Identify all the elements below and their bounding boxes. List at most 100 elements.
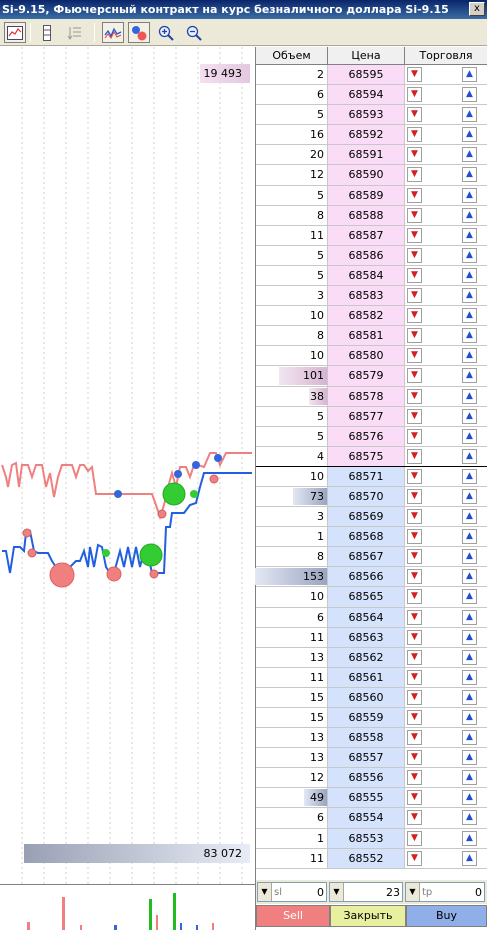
buy-at-price-icon[interactable]: ▲ (462, 609, 477, 625)
sell-at-price-icon[interactable]: ▼ (407, 308, 422, 324)
sell-at-price-icon[interactable]: ▼ (407, 790, 422, 806)
price-cell[interactable]: 68553 (328, 828, 405, 848)
buy-at-price-icon[interactable]: ▲ (462, 448, 477, 464)
volume-column-header[interactable]: Объем (256, 47, 328, 65)
price-cell[interactable]: 68587 (328, 225, 405, 245)
bid-row[interactable]: 153 68566 ▼ ▲ (255, 567, 487, 588)
price-cell[interactable]: 68560 (328, 687, 405, 707)
buy-at-price-icon[interactable]: ▲ (462, 67, 477, 82)
ticks-toggle-button[interactable] (102, 22, 124, 43)
buy-at-price-icon[interactable]: ▲ (462, 770, 477, 786)
ask-row[interactable]: 8 68581 ▼ ▲ (256, 326, 487, 347)
bubbles-toggle-button[interactable] (128, 22, 150, 43)
ask-row[interactable]: 11 68587 ▼ ▲ (256, 225, 487, 246)
sell-at-price-icon[interactable]: ▼ (407, 589, 422, 605)
sell-at-price-icon[interactable]: ▼ (407, 388, 422, 404)
buy-at-price-icon[interactable]: ▲ (462, 247, 477, 263)
sell-at-price-icon[interactable]: ▼ (407, 147, 422, 163)
bid-row[interactable]: 73 68570 ▼ ▲ (256, 486, 487, 508)
ask-row[interactable]: 4 68575 ▼ ▲ (256, 446, 487, 467)
zoom-in-button[interactable] (155, 22, 177, 43)
buy-at-price-icon[interactable]: ▲ (462, 810, 477, 826)
sell-at-price-icon[interactable]: ▼ (407, 569, 422, 585)
ask-row[interactable]: 12 68590 ▼ ▲ (256, 165, 487, 186)
tp-field[interactable]: ▼ tp 0 (405, 882, 485, 902)
buy-at-price-icon[interactable]: ▲ (462, 308, 477, 324)
sell-at-price-icon[interactable]: ▼ (407, 348, 422, 364)
tp-dropdown-icon[interactable]: ▼ (406, 883, 420, 901)
sell-at-price-icon[interactable]: ▼ (407, 689, 422, 705)
price-cell[interactable]: 68584 (328, 265, 405, 286)
ask-row[interactable]: 10 68580 ▼ ▲ (256, 346, 487, 367)
depth-toggle-button[interactable] (36, 22, 58, 43)
buy-at-price-icon[interactable]: ▲ (462, 408, 477, 424)
sell-at-price-icon[interactable]: ▼ (407, 107, 422, 123)
close-position-button[interactable]: Закрыть (330, 905, 406, 927)
buy-at-price-icon[interactable]: ▲ (462, 790, 477, 806)
sort-button[interactable] (64, 22, 86, 43)
price-cell[interactable]: 68590 (328, 165, 405, 185)
price-cell[interactable]: 68563 (328, 627, 405, 647)
buy-at-price-icon[interactable]: ▲ (462, 107, 477, 123)
buy-at-price-icon[interactable]: ▲ (462, 207, 477, 223)
buy-at-price-icon[interactable]: ▲ (462, 288, 477, 304)
quantity-dropdown-icon[interactable]: ▼ (330, 883, 344, 901)
sl-dropdown-icon[interactable]: ▼ (258, 883, 272, 901)
sell-at-price-icon[interactable]: ▼ (407, 669, 422, 685)
trade-column-header[interactable]: Торговля (405, 47, 487, 65)
bid-row[interactable]: 10 68571 ▼ ▲ (256, 466, 487, 487)
price-cell[interactable]: 68565 (328, 587, 405, 607)
buy-at-price-icon[interactable]: ▲ (462, 127, 477, 143)
bid-row[interactable]: 49 68555 ▼ ▲ (256, 788, 487, 809)
bid-row[interactable]: 1 68568 ▼ ▲ (256, 527, 487, 548)
ask-row[interactable]: 5 68577 ▼ ▲ (256, 406, 487, 427)
sell-at-price-icon[interactable]: ▼ (407, 529, 422, 545)
price-cell[interactable]: 68566 (328, 567, 405, 587)
sell-at-price-icon[interactable]: ▼ (407, 328, 422, 344)
price-cell[interactable]: 68555 (328, 788, 405, 808)
sell-at-price-icon[interactable]: ▼ (407, 87, 422, 103)
bid-row[interactable]: 11 68563 ▼ ▲ (256, 627, 487, 648)
buy-at-price-icon[interactable]: ▲ (462, 187, 477, 203)
ask-row[interactable]: 5 68586 ▼ ▲ (256, 245, 487, 266)
price-column-header[interactable]: Цена (328, 47, 405, 65)
ask-row[interactable]: 20 68591 ▼ ▲ (256, 145, 487, 166)
price-cell[interactable]: 68594 (328, 85, 405, 105)
sl-value[interactable]: 0 (284, 886, 326, 899)
price-cell[interactable]: 68588 (328, 205, 405, 225)
sell-at-price-icon[interactable]: ▼ (407, 448, 422, 464)
price-cell[interactable]: 68559 (328, 708, 405, 728)
bid-row[interactable]: 8 68567 ▼ ▲ (256, 547, 487, 568)
price-cell[interactable]: 68586 (328, 245, 405, 265)
ask-row[interactable]: 3 68583 ▼ ▲ (256, 286, 487, 307)
bid-row[interactable]: 15 68560 ▼ ▲ (256, 687, 487, 708)
buy-at-price-icon[interactable]: ▲ (462, 529, 477, 545)
bid-row[interactable]: 1 68553 ▼ ▲ (256, 828, 487, 849)
sell-at-price-icon[interactable]: ▼ (407, 267, 422, 283)
buy-at-price-icon[interactable]: ▲ (462, 267, 477, 283)
price-cell[interactable]: 68575 (328, 446, 405, 466)
buy-at-price-icon[interactable]: ▲ (462, 167, 477, 183)
ask-row[interactable]: 6 68594 ▼ ▲ (256, 85, 487, 106)
sell-at-price-icon[interactable]: ▼ (407, 850, 422, 866)
price-cell[interactable]: 68593 (328, 105, 405, 125)
bid-row[interactable]: 12 68556 ▼ ▲ (256, 768, 487, 789)
price-cell[interactable]: 68582 (328, 306, 405, 326)
ask-row[interactable]: 2 68595 ▼ ▲ (256, 65, 487, 86)
buy-at-price-icon[interactable]: ▲ (462, 750, 477, 766)
buy-at-price-icon[interactable]: ▲ (462, 589, 477, 605)
bid-row[interactable]: 11 68552 ▼ ▲ (256, 848, 487, 869)
sell-at-price-icon[interactable]: ▼ (407, 649, 422, 665)
ask-row[interactable]: 8 68588 ▼ ▲ (256, 205, 487, 226)
bid-row[interactable]: 13 68558 ▼ ▲ (256, 728, 487, 749)
quantity-value[interactable]: 23 (344, 886, 402, 899)
buy-at-price-icon[interactable]: ▲ (462, 850, 477, 866)
chart-toggle-button[interactable] (4, 22, 26, 43)
price-cell[interactable]: 68592 (328, 125, 405, 145)
price-cell[interactable]: 68595 (328, 65, 405, 85)
bid-row[interactable]: 15 68559 ▼ ▲ (256, 708, 487, 729)
sell-at-price-icon[interactable]: ▼ (407, 830, 422, 846)
buy-at-price-icon[interactable]: ▲ (462, 468, 477, 484)
sell-at-price-icon[interactable]: ▼ (407, 810, 422, 826)
sell-at-price-icon[interactable]: ▼ (407, 710, 422, 725)
